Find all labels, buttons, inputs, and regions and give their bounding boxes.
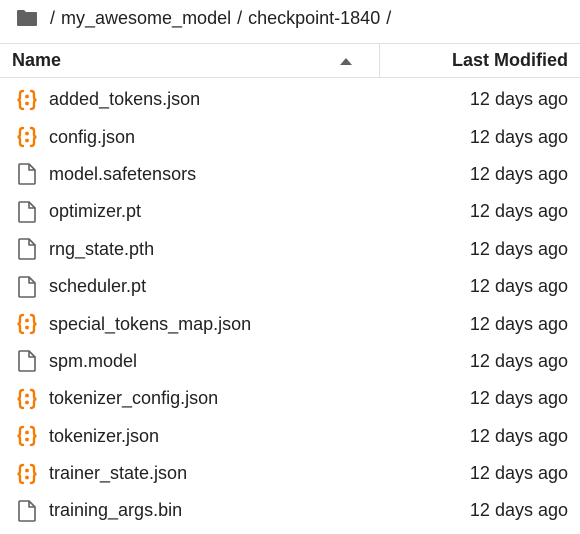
file-icon (16, 350, 38, 373)
json-icon (16, 463, 38, 485)
file-row[interactable]: training_args.bin 12 days ago (0, 492, 580, 529)
file-row[interactable]: trainer_state.json 12 days ago (0, 455, 580, 492)
file-name: config.json (49, 126, 136, 147)
json-icon (16, 425, 38, 447)
file-row[interactable]: tokenizer_config.json 12 days ago (0, 380, 580, 417)
file-last-modified: 12 days ago (469, 425, 568, 446)
name-column-header[interactable]: Name (0, 44, 380, 77)
file-name: spm.model (49, 350, 138, 371)
file-name: trainer_state.json (49, 463, 188, 484)
file-icon (16, 275, 38, 298)
breadcrumb-separator: / (386, 7, 392, 28)
file-last-modified: 12 days ago (469, 463, 568, 484)
file-last-modified: 12 days ago (469, 89, 568, 110)
last-modified-column-label: Last Modified (452, 50, 568, 70)
file-name: tokenizer.json (49, 425, 160, 446)
file-list: added_tokens.json 12 days ago config.json 1… (0, 81, 580, 530)
file-icon (16, 500, 38, 522)
file-name: model.safetensors (49, 163, 197, 184)
file-list-header: Name Last Modified (0, 43, 580, 78)
file-row[interactable]: special_tokens_map.json 12 days ago (0, 305, 580, 342)
file-row[interactable]: added_tokens.json 12 days ago (0, 81, 580, 118)
file-last-modified: 12 days ago (469, 388, 568, 409)
last-modified-column-header[interactable]: Last Modified (452, 44, 568, 77)
breadcrumb: / my_awesome_model / checkpoint-1840 / (16, 4, 397, 32)
folder-icon[interactable] (16, 9, 38, 27)
json-icon (16, 313, 38, 335)
file-row[interactable]: model.safetensors 12 days ago (0, 156, 580, 193)
breadcrumb-item-model[interactable]: my_awesome_model (61, 8, 231, 29)
file-last-modified: 12 days ago (469, 163, 568, 184)
breadcrumb-item-checkpoint[interactable]: checkpoint-1840 (248, 8, 380, 29)
file-last-modified: 12 days ago (469, 276, 568, 297)
name-column-label: Name (12, 50, 62, 70)
file-row[interactable]: rng_state.pth 12 days ago (0, 231, 580, 268)
sort-ascending-icon (340, 58, 352, 65)
breadcrumb-separator: / (50, 7, 56, 28)
file-name: added_tokens.json (49, 89, 201, 110)
file-last-modified: 12 days ago (469, 350, 568, 371)
file-name: special_tokens_map.json (49, 313, 252, 334)
file-row[interactable]: optimizer.pt 12 days ago (0, 193, 580, 230)
file-last-modified: 12 days ago (469, 126, 568, 147)
file-name: rng_state.pth (49, 238, 155, 259)
file-last-modified: 12 days ago (469, 500, 568, 521)
file-name: tokenizer_config.json (49, 388, 219, 409)
breadcrumb-separator: / (237, 7, 243, 28)
file-row[interactable]: tokenizer.json 12 days ago (0, 418, 580, 455)
file-row[interactable]: spm.model 12 days ago (0, 343, 580, 380)
file-row[interactable]: config.json 12 days ago (0, 118, 580, 155)
file-icon (16, 163, 38, 186)
file-icon (16, 238, 38, 261)
file-last-modified: 12 days ago (469, 238, 568, 259)
file-last-modified: 12 days ago (469, 313, 568, 334)
json-icon (16, 126, 38, 148)
json-icon (16, 89, 38, 111)
json-icon (16, 388, 38, 410)
file-name: training_args.bin (49, 500, 183, 521)
file-row[interactable]: scheduler.pt 12 days ago (0, 268, 580, 305)
file-last-modified: 12 days ago (469, 201, 568, 222)
file-name: scheduler.pt (49, 276, 147, 297)
file-name: optimizer.pt (49, 201, 142, 222)
file-icon (16, 201, 38, 223)
